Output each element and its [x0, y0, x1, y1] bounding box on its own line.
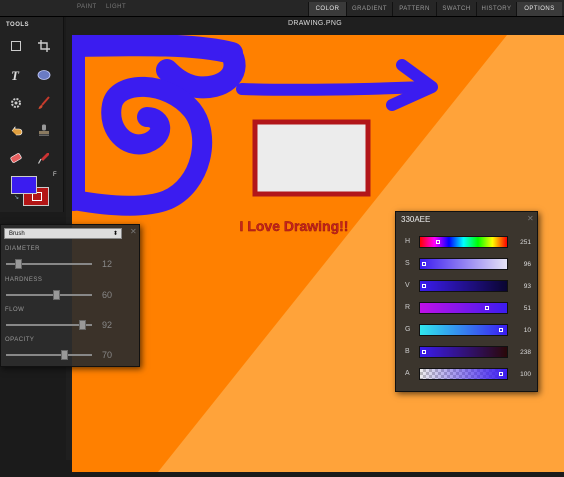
alpha-value: 100	[520, 371, 531, 378]
tab-color[interactable]: COLOR	[308, 2, 346, 16]
hardness-label: HARDNESS	[5, 277, 43, 283]
alpha-slider[interactable]	[419, 368, 508, 380]
slider-knob[interactable]	[484, 306, 489, 310]
slider-knob[interactable]	[421, 284, 426, 288]
slider-knob[interactable]	[436, 240, 441, 244]
channel-label-g: G	[405, 326, 411, 333]
tools-title: TOOLS	[6, 22, 30, 28]
tab-history[interactable]: HISTORY	[476, 2, 516, 16]
diameter-value: 12	[102, 259, 113, 269]
foreground-color-swatch[interactable]	[11, 176, 37, 194]
close-icon[interactable]: ✕	[527, 214, 534, 223]
channel-label-v: V	[405, 282, 410, 289]
green-slider[interactable]	[419, 324, 508, 336]
saturation-slider[interactable]	[419, 258, 508, 270]
hue-value: 251	[520, 239, 531, 246]
value-value: 93	[523, 283, 531, 290]
crop-icon[interactable]	[33, 36, 55, 56]
green-value: 10	[523, 327, 531, 334]
flow-label: FLOW	[5, 307, 25, 313]
red-slider[interactable]	[419, 302, 508, 314]
tools-panel: TOOLS T F ↘	[0, 17, 64, 212]
diameter-slider[interactable]	[6, 259, 92, 269]
hue-slider[interactable]	[419, 236, 508, 248]
marquee-icon[interactable]	[5, 36, 27, 56]
document-title: DRAWING.PNG	[288, 20, 342, 27]
tab-swatch[interactable]: SWATCH	[436, 2, 476, 16]
slider-knob[interactable]	[15, 259, 23, 269]
flow-slider[interactable]	[6, 320, 92, 330]
color-panel: 330AEE ✕ H 251 S 96 V 93 R 51 G 10 B 238…	[395, 211, 538, 392]
eyedropper-icon[interactable]	[33, 148, 55, 168]
top-bar: PAINT LIGHT COLOR GRADIENT PATTERN SWATC…	[0, 0, 564, 17]
tab-pattern[interactable]: PATTERN	[392, 2, 436, 16]
slider-knob[interactable]	[53, 290, 61, 300]
hardness-value: 60	[102, 290, 113, 300]
color-hex-value[interactable]: 330AEE	[401, 215, 430, 224]
text-icon[interactable]: T	[5, 65, 27, 85]
canvas-text: I Love Drawing!!	[240, 218, 349, 234]
red-outlined-rectangle	[252, 119, 371, 197]
brush-type-value: Brush	[9, 231, 25, 237]
mode-paint[interactable]: PAINT	[77, 4, 97, 10]
opacity-value: 70	[102, 350, 113, 360]
red-value: 51	[523, 305, 531, 312]
blue-value: 238	[520, 349, 531, 356]
eraser-icon[interactable]	[5, 148, 27, 168]
hardness-slider[interactable]	[6, 290, 92, 300]
slider-knob[interactable]	[498, 328, 503, 332]
ellipse-icon[interactable]	[33, 65, 55, 85]
gear-icon[interactable]	[5, 93, 27, 113]
mode-light[interactable]: LIGHT	[106, 4, 126, 10]
slider-knob[interactable]	[78, 320, 86, 330]
brush-type-select[interactable]: Brush ⬍	[4, 228, 122, 239]
saturation-value: 96	[523, 261, 531, 268]
channel-label-h: H	[405, 238, 411, 245]
swap-colors-icon[interactable]: ↘	[14, 194, 19, 201]
flow-value: 92	[102, 320, 113, 330]
svg-text:T: T	[11, 68, 20, 82]
chevron-down-icon: ⬍	[112, 231, 118, 237]
channel-label-a: A	[405, 370, 410, 377]
slider-knob[interactable]	[61, 350, 69, 360]
blue-slider[interactable]	[419, 346, 508, 358]
slider-knob[interactable]	[421, 350, 426, 354]
value-slider[interactable]	[419, 280, 508, 292]
opacity-slider[interactable]	[6, 350, 92, 360]
stamp-icon[interactable]	[33, 120, 55, 140]
hand-undo-icon[interactable]	[5, 120, 27, 140]
tab-options[interactable]: OPTIONS	[516, 2, 562, 16]
opacity-label: OPACITY	[5, 337, 35, 343]
slider-knob[interactable]	[421, 262, 426, 266]
close-icon[interactable]: ✕	[130, 227, 137, 236]
channel-label-s: S	[405, 260, 410, 267]
swatch-f-label: F	[53, 172, 57, 178]
channel-label-b: B	[405, 348, 410, 355]
diameter-label: DIAMETER	[5, 246, 41, 252]
channel-label-r: R	[405, 304, 411, 311]
brush-panel: Brush ⬍ ✕ DIAMETER 12 HARDNESS 60 FLOW 9…	[0, 224, 140, 367]
slider-knob[interactable]	[499, 372, 504, 376]
brush-icon[interactable]	[33, 93, 55, 113]
tab-gradient[interactable]: GRADIENT	[346, 2, 392, 16]
